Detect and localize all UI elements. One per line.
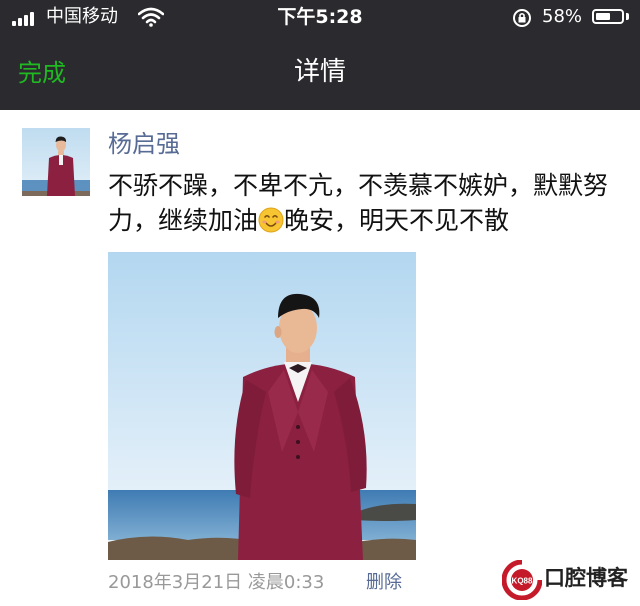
top-bar: 中国移动 下午5:28 58% 完成 详情 (0, 0, 640, 110)
post-text-end: 晚安，明天不见不散 (284, 206, 510, 235)
orientation-lock-icon (513, 9, 531, 27)
smiling-face-icon (258, 207, 284, 242)
post-timestamp: 2018年3月21日 凌晨0:33 (108, 572, 325, 593)
page-title: 详情 (293, 57, 346, 87)
battery-icon (592, 9, 624, 24)
avatar[interactable] (22, 128, 90, 196)
watermark-text: 口腔博客 (544, 566, 628, 590)
author-name[interactable]: 杨启强 (108, 129, 180, 159)
battery-level (596, 13, 610, 20)
watermark-logo: KQ88 (502, 560, 542, 600)
battery-percentage: 58% (542, 6, 583, 27)
status-bar: 中国移动 下午5:28 58% (0, 0, 640, 36)
battery-cap (626, 13, 629, 20)
watermark-badge: KQ88 (512, 577, 533, 586)
post-photo[interactable] (108, 252, 416, 560)
delete-button[interactable]: 删除 (366, 570, 402, 596)
post-text: 不骄不躁，不卑不亢，不羡慕不嫉妒，默默努力，继续加油 晚安，明天不见不散 (108, 168, 630, 242)
